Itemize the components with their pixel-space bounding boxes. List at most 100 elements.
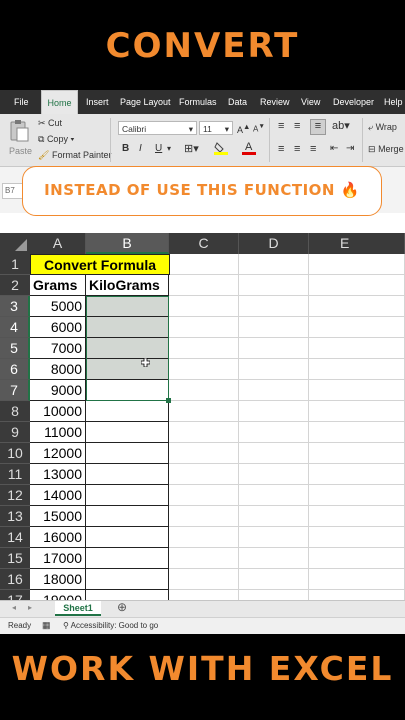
grams-cell[interactable]: 6000 [30, 317, 86, 338]
decrease-font-icon[interactable]: A▼ [253, 123, 265, 134]
empty-cell[interactable] [309, 506, 405, 527]
wrap-text-button[interactable]: ⤶ Wrap [368, 122, 397, 133]
row-header-1[interactable]: 1 [0, 254, 30, 275]
row-header-13[interactable]: 13 [0, 506, 30, 527]
empty-cell[interactable] [309, 254, 405, 275]
paste-icon[interactable] [8, 119, 30, 143]
align-top-icon[interactable]: ≡ [278, 120, 284, 132]
sheet-tab-sheet1[interactable]: Sheet1 [55, 601, 101, 616]
empty-cell[interactable] [309, 401, 405, 422]
tab-developer[interactable]: Developer [333, 90, 374, 114]
tab-data[interactable]: Data [228, 90, 247, 114]
empty-cell[interactable] [239, 275, 309, 296]
empty-cell[interactable] [169, 506, 239, 527]
empty-cell[interactable] [309, 275, 405, 296]
empty-cell[interactable] [309, 464, 405, 485]
copy-button[interactable]: ⧉ Copy ▾ [38, 134, 74, 145]
tab-view[interactable]: View [301, 90, 320, 114]
align-right-icon[interactable]: ≡ [310, 143, 316, 155]
empty-cell[interactable] [239, 296, 309, 317]
name-box[interactable]: B7 [2, 183, 24, 199]
empty-cell[interactable] [169, 443, 239, 464]
paste-label[interactable]: Paste [9, 146, 32, 156]
empty-cell[interactable] [169, 338, 239, 359]
empty-cell[interactable] [239, 569, 309, 590]
merge-button[interactable]: ⊟ Merge [368, 144, 404, 155]
align-middle-icon[interactable]: ≡ [294, 120, 300, 132]
tab-formulas[interactable]: Formulas [179, 90, 217, 114]
tab-help[interactable]: Help [384, 90, 403, 114]
kilograms-cell[interactable] [86, 317, 169, 338]
empty-cell[interactable] [239, 401, 309, 422]
column-header-a[interactable]: A [30, 233, 86, 254]
row-header-6[interactable]: 6 [0, 359, 30, 380]
kilograms-cell[interactable] [86, 506, 169, 527]
row-header-3[interactable]: 3 [0, 296, 30, 317]
grams-cell[interactable]: 17000 [30, 548, 86, 569]
empty-cell[interactable] [239, 338, 309, 359]
row-header-2[interactable]: 2 [0, 275, 30, 296]
grams-cell[interactable]: 8000 [30, 359, 86, 380]
tab-file[interactable]: File [14, 90, 29, 114]
select-all-corner[interactable] [0, 233, 30, 254]
grams-cell[interactable]: 5000 [30, 296, 86, 317]
scroll-left-icon[interactable]: ◂ [12, 603, 16, 612]
decrease-indent-icon[interactable]: ⇤ [330, 143, 338, 154]
align-center-icon[interactable]: ≡ [294, 143, 300, 155]
empty-cell[interactable] [239, 527, 309, 548]
grams-cell[interactable]: 10000 [30, 401, 86, 422]
empty-cell[interactable] [169, 527, 239, 548]
empty-cell[interactable] [239, 359, 309, 380]
empty-cell[interactable] [309, 317, 405, 338]
empty-cell[interactable] [309, 485, 405, 506]
empty-cell[interactable] [169, 296, 239, 317]
row-header-8[interactable]: 8 [0, 401, 30, 422]
kilograms-cell[interactable] [86, 548, 169, 569]
grams-cell[interactable]: 14000 [30, 485, 86, 506]
empty-cell[interactable] [239, 380, 309, 401]
column-header-d[interactable]: D [239, 233, 309, 254]
empty-cell[interactable] [169, 422, 239, 443]
row-header-10[interactable]: 10 [0, 443, 30, 464]
row-header-14[interactable]: 14 [0, 527, 30, 548]
macro-record-icon[interactable]: ▦ [42, 620, 51, 631]
empty-cell[interactable] [309, 338, 405, 359]
tab-home[interactable]: Home [41, 90, 78, 114]
row-header-4[interactable]: 4 [0, 317, 30, 338]
empty-cell[interactable] [309, 359, 405, 380]
kilograms-cell[interactable] [86, 380, 169, 401]
kilograms-cell[interactable] [86, 527, 169, 548]
grams-cell[interactable]: 16000 [30, 527, 86, 548]
increase-indent-icon[interactable]: ⇥ [346, 143, 354, 154]
grams-cell[interactable]: 15000 [30, 506, 86, 527]
header-grams[interactable]: Grams [30, 275, 86, 296]
row-header-12[interactable]: 12 [0, 485, 30, 506]
cut-button[interactable]: ✂ Cut [38, 118, 62, 129]
grams-cell[interactable]: 12000 [30, 443, 86, 464]
italic-button[interactable]: I [139, 143, 142, 154]
align-left-icon[interactable]: ≡ [278, 143, 284, 155]
empty-cell[interactable] [239, 254, 309, 275]
empty-cell[interactable] [169, 401, 239, 422]
empty-cell[interactable] [309, 569, 405, 590]
grams-cell[interactable]: 13000 [30, 464, 86, 485]
underline-button[interactable]: U [155, 143, 162, 154]
empty-cell[interactable] [169, 317, 239, 338]
empty-cell[interactable] [309, 527, 405, 548]
kilograms-cell[interactable] [86, 443, 169, 464]
empty-cell[interactable] [239, 464, 309, 485]
underline-dropdown-icon[interactable]: ▾ [167, 144, 171, 153]
empty-cell[interactable] [309, 548, 405, 569]
column-header-b[interactable]: B [86, 233, 169, 254]
empty-cell[interactable] [239, 443, 309, 464]
orientation-icon[interactable]: ab▾ [332, 119, 350, 132]
header-kilograms[interactable]: KiloGrams [86, 275, 169, 296]
title-cell[interactable]: Convert Formula [30, 254, 170, 275]
tab-insert[interactable]: Insert [86, 90, 109, 114]
grams-cell[interactable]: 18000 [30, 569, 86, 590]
empty-cell[interactable] [309, 296, 405, 317]
column-header-e[interactable]: E [309, 233, 405, 254]
row-header-5[interactable]: 5 [0, 338, 30, 359]
bold-button[interactable]: B [122, 143, 129, 154]
empty-cell[interactable] [239, 422, 309, 443]
